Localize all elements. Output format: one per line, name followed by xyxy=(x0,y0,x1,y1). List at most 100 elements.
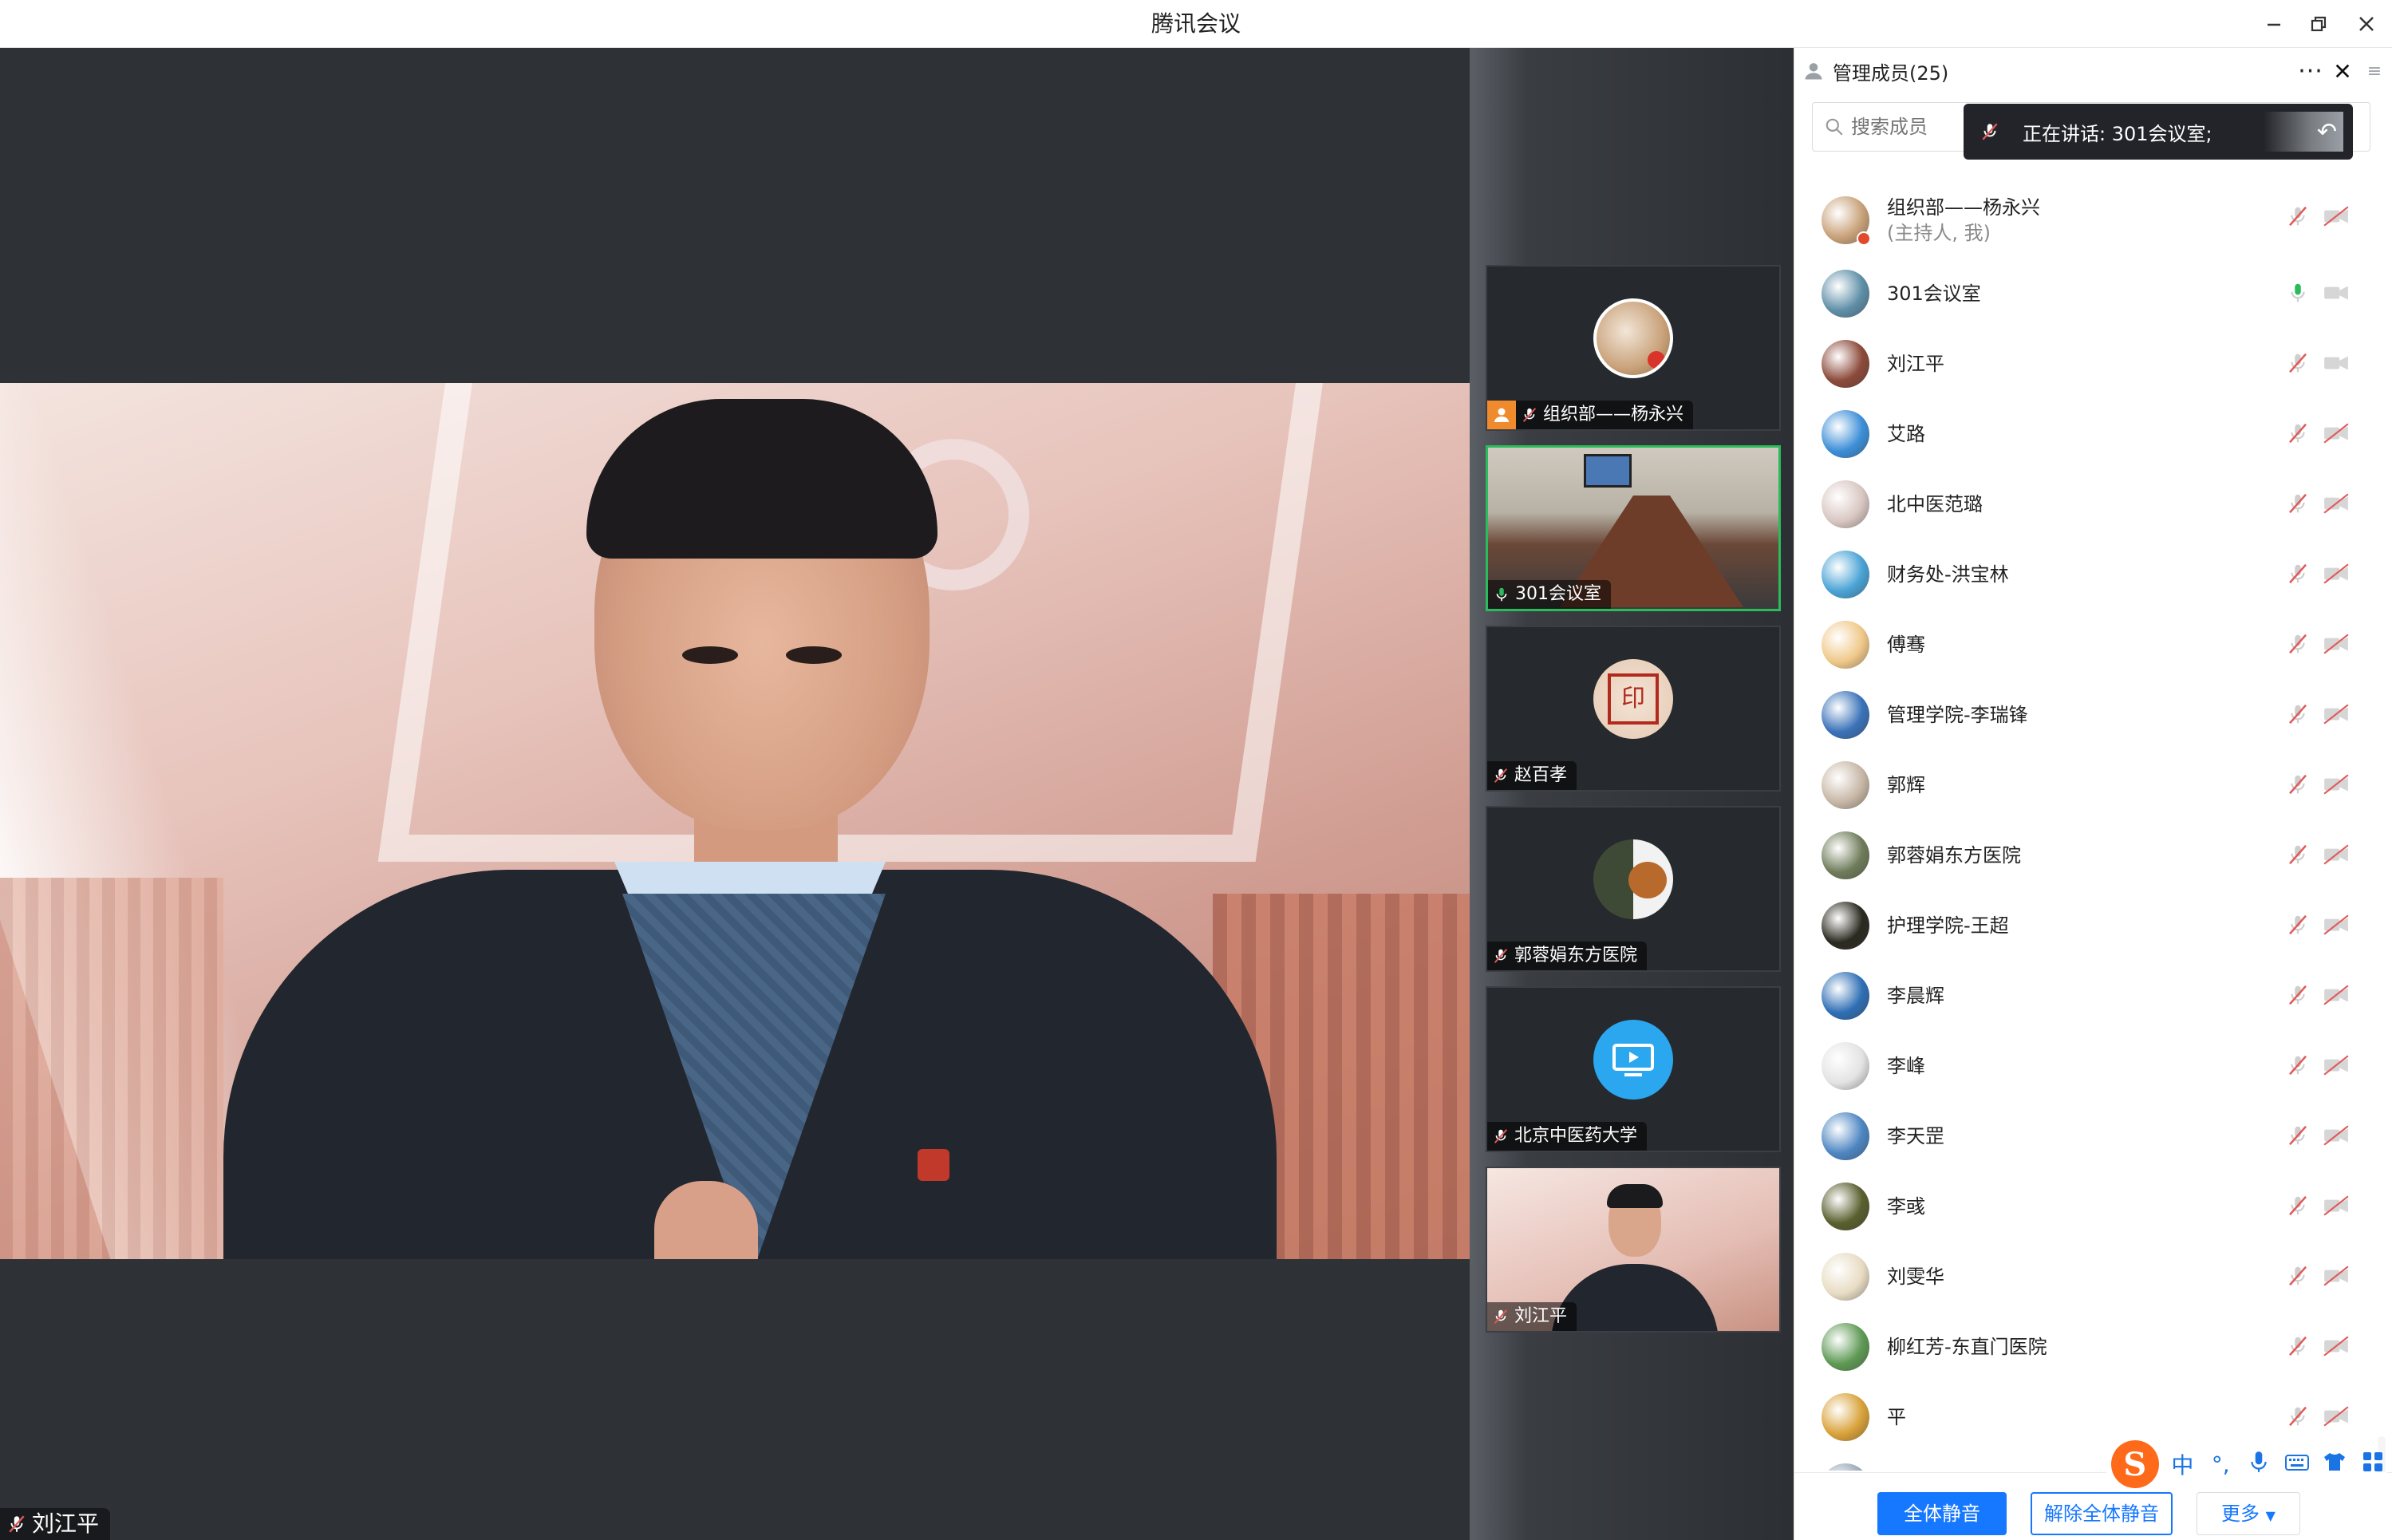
main-stage[interactable]: 刘江平 xyxy=(0,48,1470,1540)
panel-menu-button[interactable]: ≡ xyxy=(2359,56,2390,86)
avatar xyxy=(1822,1042,1869,1090)
minimize-button[interactable] xyxy=(2256,6,2291,41)
camera-off-icon[interactable] xyxy=(2323,913,2350,937)
more-button[interactable]: 更多 ▼ xyxy=(2197,1492,2300,1535)
ime-toolbox-button[interactable] xyxy=(2358,1451,2387,1478)
close-window-button[interactable] xyxy=(2349,6,2384,41)
member-row[interactable]: 李彧 xyxy=(1794,1171,2377,1242)
camera-off-icon[interactable] xyxy=(2323,492,2350,515)
more-options-button[interactable]: ··· xyxy=(2295,56,2326,86)
mic-muted-icon[interactable] xyxy=(2286,772,2310,796)
member-row[interactable]: 李峰 xyxy=(1794,1031,2377,1101)
member-name: 李天罡 xyxy=(1887,1125,1944,1147)
ime-language-toggle[interactable]: 中 xyxy=(2169,1448,2197,1480)
mic-muted-icon xyxy=(1522,408,1537,422)
camera-off-icon[interactable] xyxy=(2323,1334,2350,1358)
camera-on-icon[interactable] xyxy=(2323,281,2350,305)
caret-down-icon: ▼ xyxy=(2265,1508,2276,1523)
camera-off-icon[interactable] xyxy=(2323,421,2350,445)
camera-off-icon[interactable] xyxy=(2323,1053,2350,1077)
video-tile-label: 北京中医药大学 xyxy=(1487,1122,1648,1151)
mic-active-icon xyxy=(1496,587,1507,602)
video-tile-label: 郭蓉娟东方医院 xyxy=(1487,942,1648,970)
member-row[interactable]: 郭辉 xyxy=(1794,750,2377,820)
camera-on-icon[interactable] xyxy=(2323,351,2350,375)
camera-off-icon[interactable] xyxy=(2323,843,2350,867)
mic-muted-icon[interactable] xyxy=(2286,1123,2310,1147)
ime-skin-button[interactable] xyxy=(2321,1451,2350,1478)
avatar xyxy=(1822,621,1869,669)
ime-punctuation-toggle[interactable]: °, xyxy=(2206,1451,2235,1478)
camera-off-icon[interactable] xyxy=(2323,1194,2350,1218)
ime-voice-button[interactable] xyxy=(2244,1450,2273,1479)
ime-toolbar[interactable]: S 中 °, xyxy=(2106,1436,2387,1492)
mic-muted-icon[interactable] xyxy=(2286,843,2310,867)
camera-off-icon[interactable] xyxy=(2323,204,2350,228)
camera-off-icon[interactable] xyxy=(2323,562,2350,586)
mic-muted-icon[interactable] xyxy=(2286,632,2310,656)
member-name: 刘雯华 xyxy=(1887,1266,1944,1288)
member-name-block: 北中医范璐 xyxy=(1887,492,1983,517)
member-row[interactable]: 柳红芳-东直门医院 xyxy=(1794,1312,2377,1382)
restore-button[interactable] xyxy=(2301,6,2336,41)
mic-muted-icon[interactable] xyxy=(2286,204,2310,228)
mute-all-button[interactable]: 全体静音 xyxy=(1877,1492,2007,1535)
unmute-all-button[interactable]: 解除全体静音 xyxy=(2031,1492,2173,1535)
locate-speaker-button[interactable]: ↶ xyxy=(2264,112,2343,152)
avatar xyxy=(1593,298,1673,378)
member-row[interactable]: 刘雯华 xyxy=(1794,1242,2377,1312)
mic-muted-icon[interactable] xyxy=(2286,421,2310,445)
member-row[interactable]: 刘江平 xyxy=(1794,329,2377,399)
member-row[interactable]: 北中医范璐 xyxy=(1794,469,2377,539)
menu-icon: ≡ xyxy=(2366,61,2382,81)
ime-keyboard-button[interactable] xyxy=(2283,1451,2311,1478)
video-tile-label: 赵百孝 xyxy=(1487,761,1577,790)
video-tile-active-speaker[interactable]: 301会议室 xyxy=(1486,445,1781,611)
member-role: (主持人, 我) xyxy=(1887,222,1991,244)
mic-muted-icon[interactable] xyxy=(2286,1053,2310,1077)
member-search-input[interactable] xyxy=(1851,116,1979,138)
mic-on-icon[interactable] xyxy=(2286,281,2310,305)
camera-off-icon[interactable] xyxy=(2323,632,2350,656)
mic-muted-icon[interactable] xyxy=(2286,702,2310,726)
camera-off-icon[interactable] xyxy=(2323,1404,2350,1428)
video-tile[interactable]: 郭蓉娟东方医院 xyxy=(1486,806,1781,972)
mic-muted-icon[interactable] xyxy=(2286,492,2310,515)
video-tile[interactable]: 印 赵百孝 xyxy=(1486,626,1781,792)
mic-muted-icon[interactable] xyxy=(2286,562,2310,586)
member-row[interactable]: 傅骞 xyxy=(1794,610,2377,680)
member-row[interactable]: 管理学院-李瑞锋 xyxy=(1794,680,2377,750)
member-list[interactable]: 组织部——杨永兴 (主持人, 我) 301会议室 刘江平 艾路北中医范璐财务处-洪宝林傅… xyxy=(1794,182,2377,1471)
mic-muted-icon[interactable] xyxy=(2286,1404,2310,1428)
mic-muted-icon[interactable] xyxy=(2286,1334,2310,1358)
member-row[interactable]: 财务处-洪宝林 xyxy=(1794,539,2377,610)
video-tile-host[interactable]: 组织部——杨永兴 xyxy=(1486,265,1781,431)
mic-muted-icon[interactable] xyxy=(2286,913,2310,937)
member-row[interactable]: 艾路 xyxy=(1794,399,2377,469)
video-tile-name: 刘江平 xyxy=(1514,1306,1568,1326)
video-tile[interactable]: 北京中医药大学 xyxy=(1486,986,1781,1152)
member-row[interactable]: 李天罡 xyxy=(1794,1101,2377,1171)
mic-muted-icon[interactable] xyxy=(2286,1264,2310,1288)
close-panel-button[interactable] xyxy=(2327,56,2358,86)
camera-off-icon[interactable] xyxy=(2323,1123,2350,1147)
camera-off-icon[interactable] xyxy=(2323,983,2350,1007)
camera-off-icon[interactable] xyxy=(2323,702,2350,726)
camera-off-icon[interactable] xyxy=(2323,1264,2350,1288)
mic-muted-icon[interactable] xyxy=(2286,983,2310,1007)
mic-muted-icon[interactable] xyxy=(2286,351,2310,375)
member-row[interactable]: 301会议室 xyxy=(1794,259,2377,329)
sogou-logo-icon[interactable]: S xyxy=(2111,1440,2159,1488)
video-thumbnail-strip[interactable]: 组织部——杨永兴 301会议室 印 赵百孝 郭蓉娟东方医院 北京中医药大学 刘江… xyxy=(1470,48,1794,1540)
member-row[interactable]: 郭蓉娟东方医院 xyxy=(1794,820,2377,890)
video-tile-label: 组织部——杨永兴 xyxy=(1487,401,1694,429)
mic-muted-icon[interactable] xyxy=(2286,1194,2310,1218)
camera-off-icon[interactable] xyxy=(2323,772,2350,796)
avatar xyxy=(1822,1253,1869,1301)
member-row[interactable]: 护理学院-王超 xyxy=(1794,890,2377,961)
mic-muted-icon xyxy=(1494,1129,1508,1143)
video-tile-self[interactable]: 刘江平 xyxy=(1486,1167,1781,1333)
member-row[interactable]: 李晨辉 xyxy=(1794,961,2377,1031)
main-video-feed[interactable] xyxy=(0,383,1470,1259)
member-row[interactable]: 组织部——杨永兴 (主持人, 我) xyxy=(1794,182,2377,259)
